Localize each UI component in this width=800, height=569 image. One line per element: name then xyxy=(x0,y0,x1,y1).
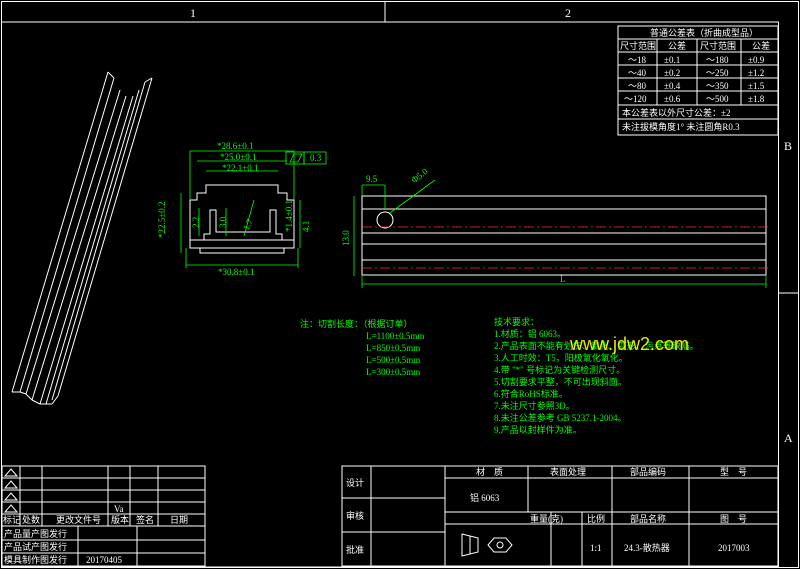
tolerance-table-title: 普通公差表（折曲成型品） xyxy=(650,28,759,38)
tolerance-header-4: 公差 xyxy=(752,41,771,51)
tolerance-cell: ±1.8 xyxy=(748,94,765,104)
dim-13-0: 13.0 xyxy=(341,230,351,246)
tech-req-title: 技术要求： xyxy=(494,317,540,327)
title-material-header: 材 质 xyxy=(476,467,504,477)
tolerance-note-2: 未注拔模角度1° 未注圆角R0.3 xyxy=(622,122,740,132)
dim-22-1: *22.1±0.1 xyxy=(222,163,259,173)
section-view-profile xyxy=(189,184,295,254)
title-partno-header: 部品编码 xyxy=(630,467,667,477)
dim-2-2: 2.2 xyxy=(191,216,201,228)
tolerance-cell: ±1.2 xyxy=(748,68,765,78)
isometric-view xyxy=(11,71,153,405)
tolerance-header-3: 尺寸范围 xyxy=(700,41,737,51)
tolerance-note-1: 本公差表以外尺寸公差：±2 xyxy=(622,108,731,118)
rev-header-date: 日期 xyxy=(170,515,189,525)
rev-header-count: 处数 xyxy=(22,515,41,525)
cone-part-icon xyxy=(461,533,479,557)
tolerance-cell: ～350 xyxy=(706,81,729,91)
tolerance-cell: ±0.4 xyxy=(664,81,681,91)
zone-label-1: 1 xyxy=(190,6,196,20)
tolerance-cell: ±0.2 xyxy=(664,68,681,78)
rev-header-mark: 标记 xyxy=(3,515,22,525)
tech-req-item: 7.未注尺寸参照3D。 xyxy=(494,401,575,411)
rev-header-sign: 签名 xyxy=(136,515,155,525)
cut-length-item: L=850±0.5mm xyxy=(366,343,421,353)
rev-row-label: 模具制作图发行 xyxy=(4,555,68,565)
tolerance-cell: ～40 xyxy=(628,68,647,78)
tolerance-header-2: 公差 xyxy=(668,41,687,51)
tolerance-cell: ～80 xyxy=(628,81,647,91)
tolerance-cell: ±0.6 xyxy=(664,94,681,104)
tech-req-item: 1.材质：铝 6063。 xyxy=(494,329,567,339)
side-view-profile xyxy=(361,195,767,276)
tolerance-cell: ～250 xyxy=(706,68,729,78)
title-model-header: 型 号 xyxy=(720,467,748,477)
watermark-text: www.jdw2.com xyxy=(570,334,690,354)
tech-req-item: 6.符合RoHS标准。 xyxy=(494,389,568,399)
dim-length-L: L xyxy=(560,274,566,284)
zone-label-B: B xyxy=(784,139,793,153)
nut-part-icon xyxy=(487,537,513,553)
rev-header-version: 版本 xyxy=(111,515,130,525)
dim-25-0: *25.0±0.1 xyxy=(220,152,257,162)
rev-header-doc: 更改文件号 xyxy=(56,515,102,525)
tolerance-cell: ～180 xyxy=(706,55,729,65)
title-weight-header: 重量(克) xyxy=(530,514,563,524)
dim-3-0: 3.0 xyxy=(218,216,228,228)
flatness-value: 0.3 xyxy=(310,153,322,163)
zone-label-A: A xyxy=(784,431,793,445)
title-approve-label: 批准 xyxy=(346,545,365,555)
title-partname-header: 部品名称 xyxy=(630,514,667,524)
dim-1-4-vertical: *1.4±0.1 xyxy=(284,200,294,232)
tolerance-cell: ±0.9 xyxy=(748,55,765,65)
title-scale-value: 1:1 xyxy=(590,543,602,553)
cut-length-item: L=300±0.5mm xyxy=(366,367,421,377)
tech-req-item: 5.切割要求平整，不可出现斜面。 xyxy=(494,377,627,387)
tolerance-cell: ±1.5 xyxy=(748,81,765,91)
title-drawingno-value: 2017003 xyxy=(718,543,750,553)
dim-4-1: 4.1 xyxy=(301,220,311,232)
title-review-label: 审核 xyxy=(346,511,365,521)
title-design-label: 设计 xyxy=(346,478,365,488)
cut-length-item: L=500±0.5mm xyxy=(366,355,421,365)
tolerance-cell: ～18 xyxy=(628,55,647,65)
tech-req-item: 3.人工时效：T5，阳极氧化氧化。 xyxy=(494,353,628,363)
dim-28-6: *28.6±0.1 xyxy=(217,141,254,151)
tech-req-item: 4.带 "*" 号标记为关键检测尺寸。 xyxy=(494,365,626,375)
tolerance-cell: ～500 xyxy=(706,94,729,104)
zone-label-2: 2 xyxy=(565,6,571,20)
cut-length-item: L=1100±0.5mm xyxy=(366,331,425,341)
tolerance-cell: ～120 xyxy=(624,94,647,104)
rev-row-date: 20170405 xyxy=(86,555,122,565)
tech-req-item: 9.产品以封样件为准。 xyxy=(494,425,582,435)
title-scale-header: 比例 xyxy=(587,514,606,524)
rev-row-label: 产品量产图发行 xyxy=(4,529,68,539)
rev-row-label: 产品试产图发行 xyxy=(4,542,68,552)
title-drawingno-header: 图 号 xyxy=(720,514,748,524)
tolerance-header-1: 尺寸范围 xyxy=(620,41,657,51)
title-material-value: 铝 6063 xyxy=(470,493,500,503)
tech-req-item: 8.未注公差参考 GB 5237.1-2004。 xyxy=(494,413,627,423)
dim-9-5: 9.5 xyxy=(366,174,378,184)
dim-30-8: *30.8±0.1 xyxy=(218,267,255,277)
title-surface-header: 表面处理 xyxy=(550,467,587,477)
title-partname-value: 24.3-散热器 xyxy=(624,543,670,553)
tolerance-cell: ±0.1 xyxy=(664,55,681,65)
cut-length-title: 注：切割长度：（根据订单） xyxy=(300,319,413,329)
rev-version-value: Va xyxy=(114,504,124,514)
dim-22-5-vertical: *22.5±0.2 xyxy=(157,201,167,238)
